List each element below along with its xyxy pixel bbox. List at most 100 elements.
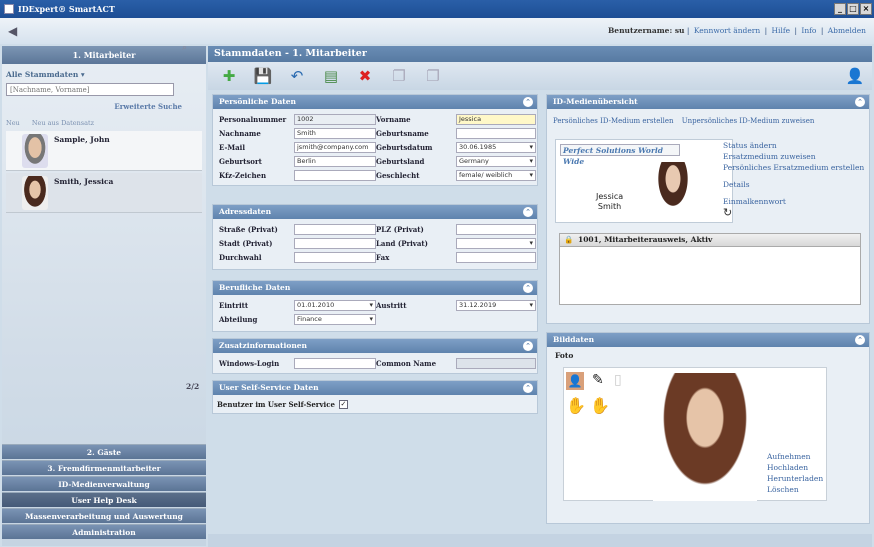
nav-guests[interactable]: 2. Gäste xyxy=(2,444,206,459)
copy-disabled-icon[interactable]: ❐ xyxy=(388,65,410,87)
id-medium-row[interactable]: 🔒 1001, Mitarbeiterausweis, Aktiv xyxy=(559,233,861,247)
extension-field[interactable] xyxy=(294,252,376,263)
birth-place-field[interactable]: Berlin xyxy=(294,156,376,167)
street-field[interactable] xyxy=(294,224,376,235)
email-field[interactable]: jsmith@company.com xyxy=(294,142,376,153)
collapse-icon[interactable]: ⌃ xyxy=(523,283,533,293)
app-title: IDExpert® SmartACT xyxy=(18,4,115,14)
assign-impersonal-medium-link[interactable]: Unpersönliches ID-Medium zuweisen xyxy=(682,117,815,125)
first-name-field[interactable]: Jessica xyxy=(456,114,536,125)
id-media-panel: ID-Medienübersicht ⌃ Persönliches ID-Medi… xyxy=(546,94,870,324)
person-name: Smith, Jessica xyxy=(54,177,114,186)
birth-country-select[interactable]: Germany xyxy=(456,156,536,167)
panel-header[interactable]: Adressdaten ⌃ xyxy=(213,205,537,219)
change-status-link[interactable]: Status ändern xyxy=(723,140,864,151)
city-field[interactable] xyxy=(294,238,376,249)
delete-icon[interactable]: ✖ xyxy=(354,65,376,87)
last-name-field[interactable]: Smith xyxy=(294,128,376,139)
card-photo xyxy=(656,162,690,210)
paste-disabled-icon[interactable]: ❐ xyxy=(422,65,444,87)
collapse-icon[interactable]: ⌃ xyxy=(523,97,533,107)
id-card-preview[interactable]: Perfect Solutions World Wide Jessica Smit… xyxy=(555,139,733,223)
back-arrow-icon[interactable]: ◀ xyxy=(8,25,22,37)
nav-mass-processing[interactable]: Massenverarbeitung und Auswertung xyxy=(2,508,206,523)
user-profile-icon[interactable]: 👤 xyxy=(844,65,866,87)
person-name: Sample, John xyxy=(54,135,110,144)
nav-id-media[interactable]: ID-Medienverwaltung xyxy=(2,476,206,491)
birth-name-field[interactable] xyxy=(456,128,536,139)
photo-actions: Aufnehmen Hochladen Herunterladen Lösche… xyxy=(767,451,823,495)
maximize-button[interactable]: □ xyxy=(847,3,859,15)
export-icon[interactable]: ▤ xyxy=(320,65,342,87)
self-service-checkbox[interactable]: ✓ xyxy=(338,400,348,409)
birth-date-field[interactable]: 30.06.1985 xyxy=(456,142,536,153)
avatar xyxy=(22,176,48,210)
details-link[interactable]: Details xyxy=(723,179,864,190)
panel-header[interactable]: User Self-Service Daten ⌃ xyxy=(213,381,537,395)
search-input[interactable] xyxy=(6,83,174,96)
common-name-field xyxy=(456,358,536,369)
zip-field[interactable] xyxy=(456,224,536,235)
collapse-icon[interactable]: ⌃ xyxy=(523,341,533,351)
page-icon[interactable]: ▯ xyxy=(614,372,622,388)
collapse-icon[interactable]: ⌃ xyxy=(855,97,865,107)
list-item[interactable]: Sample, John xyxy=(6,131,202,171)
exit-date-field[interactable]: 31.12.2019 xyxy=(456,300,536,311)
help-link[interactable]: Hilfe xyxy=(772,26,791,35)
id-medium-list xyxy=(559,247,861,305)
one-time-password-link[interactable]: Einmalkennwort xyxy=(723,196,864,207)
person-icon[interactable]: 👤 xyxy=(566,372,584,390)
close-button[interactable]: × xyxy=(860,3,872,15)
logout-link[interactable]: Abmelden xyxy=(828,26,866,35)
search-icon[interactable]: ⌕ xyxy=(182,43,192,53)
list-item[interactable]: Smith, Jessica xyxy=(6,173,202,213)
new-record-icon[interactable]: ✚ xyxy=(218,65,240,87)
new-link[interactable]: Neu xyxy=(6,119,20,127)
toolbar: ✚ 💾 ↶ ▤ ✖ ❐ ❐ 👤 xyxy=(208,62,872,90)
nav-contractors[interactable]: 3. Fremdfirmenmitarbeiter xyxy=(2,460,206,475)
top-bar: ◀ Benutzername: su | Kennwort ändern | H… xyxy=(0,18,874,44)
fax-field[interactable] xyxy=(456,252,536,263)
panel-header[interactable]: Zusatzinformationen ⌃ xyxy=(213,339,537,353)
create-personal-replacement-link[interactable]: Persönliches Ersatzmedium erstellen xyxy=(723,162,864,173)
gender-select[interactable]: female/ weiblich xyxy=(456,170,536,181)
card-company: Perfect Solutions World Wide xyxy=(560,144,680,166)
delete-photo-link[interactable]: Löschen xyxy=(767,484,823,495)
upload-link[interactable]: Hochladen xyxy=(767,462,823,473)
filter-dropdown[interactable]: Alle Stammdaten ▾ xyxy=(2,64,206,81)
fingerprint-hand-right-icon[interactable]: ✋ xyxy=(590,396,610,415)
photo-label: Foto xyxy=(555,351,574,360)
extended-search-link[interactable]: Erweiterte Suche xyxy=(2,102,206,111)
department-select[interactable]: Finance xyxy=(294,314,376,325)
panel-header[interactable]: Bilddaten ⌃ xyxy=(547,333,869,347)
country-select[interactable] xyxy=(456,238,536,249)
download-link[interactable]: Herunterladen xyxy=(767,473,823,484)
capture-link[interactable]: Aufnehmen xyxy=(767,451,823,462)
create-personal-medium-link[interactable]: Persönliches ID-Medium erstellen xyxy=(553,117,674,125)
save-icon[interactable]: 💾 xyxy=(252,65,274,87)
refresh-icon[interactable]: ↻ xyxy=(723,207,864,218)
edit-icon[interactable]: ✎ xyxy=(592,372,604,388)
assign-replacement-link[interactable]: Ersatzmedium zuweisen xyxy=(723,151,864,162)
collapse-icon[interactable]: ⌃ xyxy=(523,207,533,217)
info-link[interactable]: Info xyxy=(801,26,816,35)
panel-header[interactable]: ID-Medienübersicht ⌃ xyxy=(547,95,869,109)
change-password-link[interactable]: Kennwort ändern xyxy=(694,26,760,35)
collapse-icon[interactable]: ⌃ xyxy=(523,383,533,393)
entry-date-field[interactable]: 01.01.2010 xyxy=(294,300,376,311)
collapse-icon[interactable]: ⌃ xyxy=(855,335,865,345)
license-plate-field[interactable] xyxy=(294,170,376,181)
minimize-button[interactable]: _ xyxy=(834,3,846,15)
panel-header[interactable]: Persönliche Daten ⌃ xyxy=(213,95,537,109)
nav-administration[interactable]: Administration xyxy=(2,524,206,539)
page-indicator: 2/2 xyxy=(186,382,200,391)
nav-user-help-desk[interactable]: User Help Desk xyxy=(2,492,206,507)
windows-login-field[interactable] xyxy=(294,358,376,369)
sidebar-header[interactable]: 1. Mitarbeiter xyxy=(2,46,206,64)
lock-icon: 🔒 xyxy=(564,235,574,244)
undo-icon[interactable]: ↶ xyxy=(286,65,308,87)
fingerprint-hand-icon[interactable]: ✋ xyxy=(566,396,586,415)
panel-header[interactable]: Berufliche Daten ⌃ xyxy=(213,281,537,295)
app-logo-icon xyxy=(4,4,14,14)
new-from-template-link[interactable]: Neu aus Datensatz xyxy=(32,119,94,127)
